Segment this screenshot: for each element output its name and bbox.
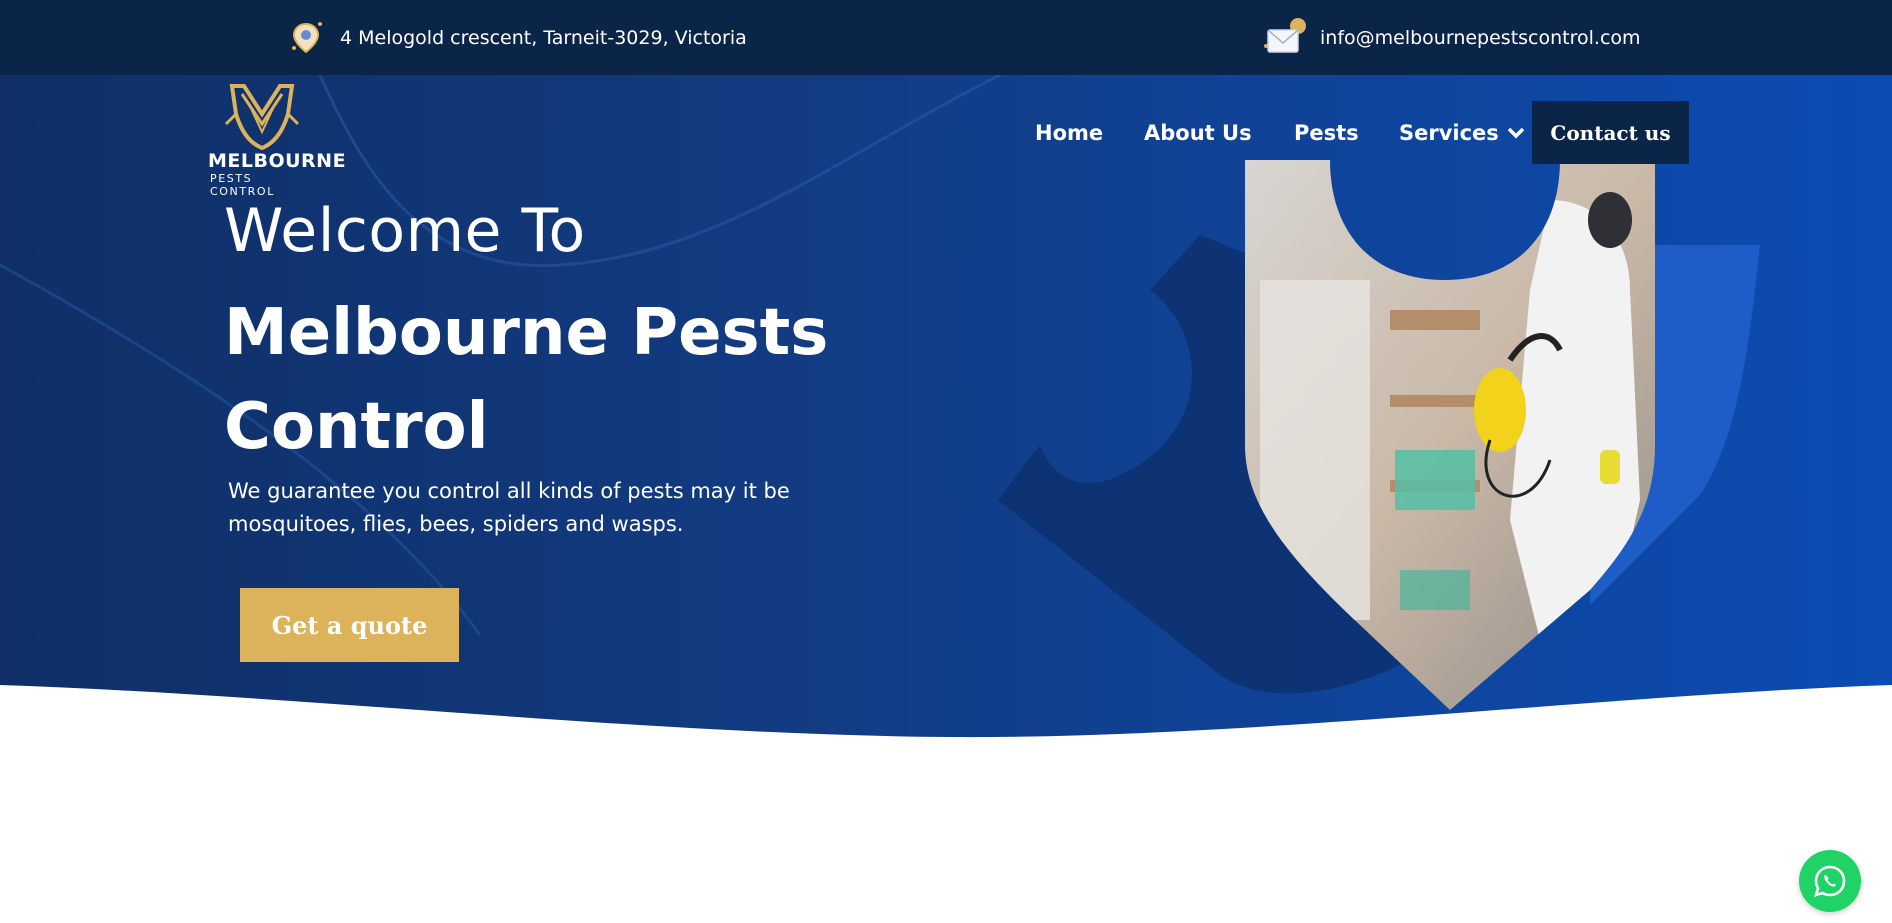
logo-line-2: PESTS CONTROL (210, 172, 275, 198)
site-logo[interactable]: MELBOURNE PESTS CONTROL (206, 84, 346, 198)
nav-home[interactable]: Home (1035, 121, 1103, 145)
get-a-quote-button[interactable]: Get a quote (240, 588, 459, 662)
map-pin-icon (282, 14, 330, 62)
hero-headline: Melbourne Pests Control (224, 296, 829, 464)
address-block: 4 Melogold crescent, Tarneit-3029, Victo… (282, 0, 747, 75)
hero-welcome: Welcome To (224, 196, 586, 266)
whatsapp-icon (1814, 865, 1846, 897)
address-text: 4 Melogold crescent, Tarneit-3029, Victo… (340, 26, 747, 49)
email-block[interactable]: info@melbournepestscontrol.com (1262, 0, 1641, 75)
hero-image-shield (990, 160, 1770, 720)
contact-us-button[interactable]: Contact us (1532, 101, 1689, 164)
email-link[interactable]: info@melbournepestscontrol.com (1320, 27, 1641, 49)
nav-services-label: Services (1399, 120, 1499, 145)
nav-about-us[interactable]: About Us (1144, 121, 1252, 145)
hero-subtext: We guarantee you control all kinds of pe… (228, 479, 790, 536)
logo-line-1: MELBOURNE (208, 150, 347, 172)
logo-emblem-icon (224, 84, 300, 150)
top-info-bar: 4 Melogold crescent, Tarneit-3029, Victo… (0, 0, 1892, 75)
nav-services[interactable]: Services (1399, 121, 1525, 145)
nav-pests[interactable]: Pests (1294, 121, 1359, 145)
chevron-down-icon (1507, 121, 1525, 145)
whatsapp-button[interactable] (1799, 850, 1861, 912)
envelope-icon (1262, 14, 1310, 62)
